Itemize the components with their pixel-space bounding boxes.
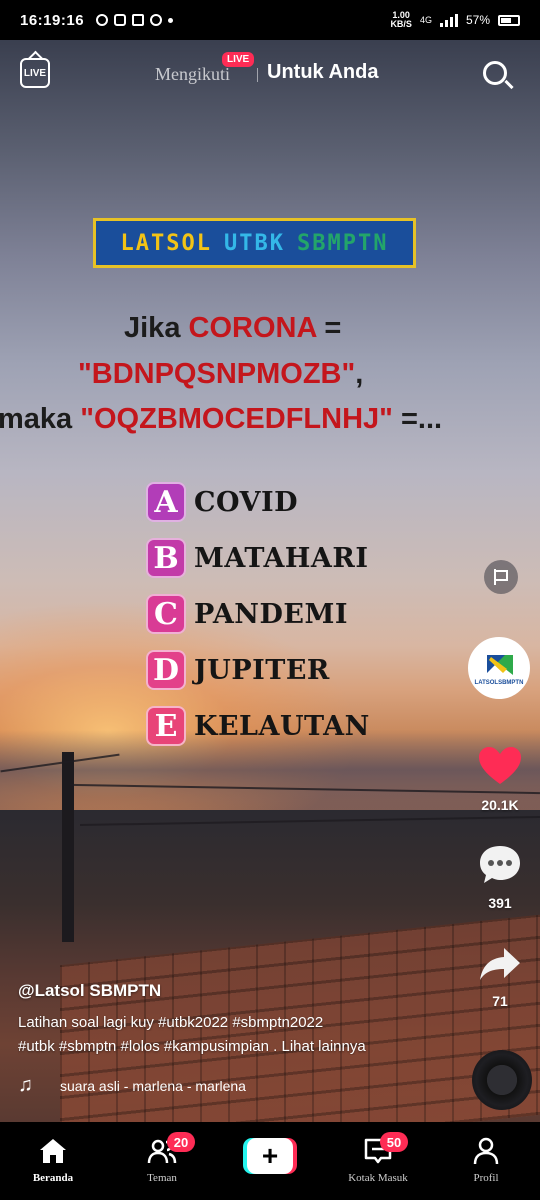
home-icon (40, 1139, 66, 1163)
option-e: E KELAUTAN (146, 706, 370, 746)
more-notifications-icon (168, 17, 174, 23)
inbox-badge: 50 (380, 1132, 408, 1152)
avatar-label: LATSOLSBMPTN (474, 680, 524, 686)
comment-count: 391 (488, 895, 512, 911)
option-letter: A (146, 482, 186, 522)
question-tail: =... (400, 403, 443, 435)
nav-inbox[interactable]: 50 Kotak Masuk (333, 1122, 423, 1200)
option-letter: D (146, 650, 186, 690)
option-text: COVID (194, 486, 299, 518)
quiz-banner: LATSOL UTBK SBMPTN (93, 218, 416, 268)
banner-word-utbk: UTBK (224, 230, 285, 256)
nav-friends[interactable]: 20 Teman (117, 1122, 207, 1200)
option-b: B MATAHARI (146, 538, 368, 578)
share-count: 71 (492, 993, 508, 1009)
nav-profile[interactable]: Profil (441, 1122, 531, 1200)
creator-logo (487, 655, 513, 675)
like-count: 20.1K (481, 797, 519, 813)
nav-home[interactable]: Beranda (8, 1122, 98, 1200)
system-indicators: 1.00 KB/S 4G 57% (390, 11, 520, 29)
see-more-link[interactable]: Lihat lainnya (281, 1038, 365, 1055)
tab-for-you[interactable]: Untuk Anda (267, 61, 378, 84)
plus-icon: + (247, 1138, 293, 1174)
app-notification-icon (114, 14, 127, 26)
create-button[interactable]: + (243, 1138, 297, 1174)
live-badge: LIVE (222, 52, 255, 67)
question-equals: = (324, 312, 342, 344)
question-maka: maka (0, 403, 73, 435)
author-name[interactable]: @Latsol SBMPTN (18, 981, 161, 1001)
nav-profile-label: Profil (473, 1172, 499, 1184)
option-d: D JUPITER (146, 650, 330, 690)
option-letter: E (146, 706, 186, 746)
creator-avatar[interactable]: LATSOLSBMPTN (468, 637, 530, 699)
status-time: 16:19:16 (20, 11, 85, 29)
music-row[interactable]: ♫ suara asli - marlena - marlena (18, 1074, 250, 1097)
network-speed: 1.00 KB/S (390, 11, 412, 29)
nav-inbox-label: Kotak Masuk (348, 1172, 408, 1184)
live-icon-label: LIVE (23, 67, 47, 79)
net-speed-unit: KB/S (390, 19, 412, 29)
profile-icon (473, 1137, 499, 1165)
chat-icon (150, 14, 163, 26)
caption-hashtags[interactable]: #utbk #sbmptn #lolos #kampusimpian . (18, 1038, 277, 1055)
option-a: A COVID (146, 482, 298, 522)
option-text: JUPITER (194, 654, 330, 686)
notification-icons (96, 14, 174, 26)
question-prefix: Jika (124, 312, 181, 344)
share-icon[interactable] (478, 944, 522, 984)
question-code-1: "BDNPQSNPMOZB" (78, 358, 356, 390)
option-text: PANDEMI (194, 598, 348, 630)
tab-following[interactable]: Mengikuti (155, 64, 230, 85)
option-letter: B (146, 538, 186, 578)
play-icon (132, 14, 145, 26)
music-disc-icon[interactable] (472, 1050, 532, 1110)
utility-pole (62, 752, 74, 942)
option-c: C PANDEMI (146, 594, 348, 634)
network-type: 4G (419, 15, 432, 25)
banner-word-latsol: LATSOL (120, 230, 212, 256)
question-line-3: maka "OQZBMOCEDFLNHJ" =... (0, 403, 442, 436)
battery-icon (498, 14, 520, 26)
caption-line-1: Latihan soal lagi kuy #utbk2022 #sbmptn2… (18, 1014, 324, 1031)
music-note-icon: ♫ (18, 1074, 33, 1096)
nav-home-label: Beranda (32, 1172, 74, 1184)
tab-divider (257, 68, 258, 82)
video-player[interactable] (0, 40, 540, 1122)
live-tv-icon[interactable]: LIVE (20, 58, 50, 88)
bottom-nav: Beranda 20 Teman + 50 Kotak Masuk Profil (0, 1122, 540, 1200)
comment-icon[interactable] (477, 842, 523, 888)
option-text: MATAHARI (194, 542, 369, 574)
question-keyword: CORONA (188, 312, 317, 344)
flag-icon (494, 569, 508, 585)
question-code-2: "OQZBMOCEDFLNHJ" (80, 403, 393, 435)
question-line-1: Jika CORONA = (124, 312, 341, 345)
whatsapp-icon (96, 14, 109, 26)
banner-word-sbmptn: SBMPTN (296, 230, 389, 256)
battery-percent: 57% (465, 13, 490, 27)
option-text: KELAUTAN (194, 710, 370, 742)
heart-icon[interactable] (476, 742, 524, 790)
question-line-2: "BDNPQSNPMOZB", (78, 358, 363, 391)
friends-badge: 20 (167, 1132, 195, 1152)
report-button[interactable] (484, 560, 518, 594)
music-title: suara asli - marlena - marlena (60, 1077, 246, 1094)
signal-icon (439, 13, 458, 27)
search-icon[interactable] (483, 61, 507, 85)
question-comma: , (355, 358, 364, 390)
caption-line-2: #utbk #sbmptn #lolos #kampusimpian . Lih… (18, 1038, 458, 1055)
top-nav: LIVE Mengikuti LIVE Untuk Anda (0, 50, 540, 100)
status-bar: 16:19:16 1.00 KB/S 4G 57% (0, 0, 540, 40)
nav-friends-label: Teman (147, 1172, 177, 1184)
option-letter: C (146, 594, 186, 634)
